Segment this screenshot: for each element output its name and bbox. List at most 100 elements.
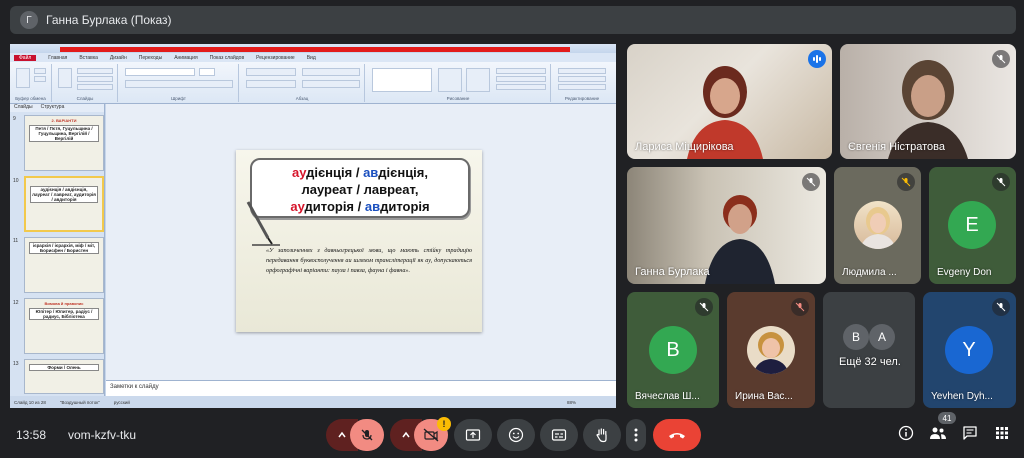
avatar: В bbox=[843, 324, 869, 350]
pp-menu-file: Файл bbox=[14, 54, 37, 61]
person-silhouette-icon bbox=[705, 195, 775, 284]
participant-tile[interactable]: Лариса Міщирікова bbox=[627, 44, 832, 159]
presentation-banner: Г Ганна Бурлака (Показ) bbox=[10, 6, 1016, 34]
slide-thumbnail: Форми / Олень bbox=[24, 359, 104, 394]
pp-menu-transitions: Переходы bbox=[138, 54, 163, 61]
thumb-number: 9 bbox=[13, 116, 16, 122]
status-theme: "Воздушный поток" bbox=[59, 399, 100, 405]
participant-tile[interactable]: E Evgeny Don bbox=[929, 167, 1016, 284]
info-icon bbox=[898, 425, 914, 441]
avatar: В bbox=[649, 326, 697, 374]
pp-titlebar-highlight bbox=[60, 47, 570, 52]
slide-thumbnail: 2. ВАРІАНТИ Петя / Пєтя, Гуцульщина / Гу… bbox=[24, 115, 104, 171]
more-participants-tile[interactable]: В А Ещё 32 чел. bbox=[823, 292, 915, 408]
mic-off-icon bbox=[695, 298, 713, 316]
shared-screen: Файл Главная Вставка Дизайн Переходы Ани… bbox=[10, 44, 616, 408]
participant-name: Ганна Бурлака bbox=[635, 266, 710, 278]
people-icon bbox=[930, 427, 946, 439]
thumb-body: Форми / Олень bbox=[29, 364, 99, 371]
meeting-info-button[interactable] bbox=[897, 424, 915, 442]
pp-menu-animation: Анимация bbox=[174, 54, 198, 61]
mic-off-icon bbox=[992, 173, 1010, 191]
mic-off-icon bbox=[791, 298, 809, 316]
pp-ribbon: Буфер обмена Слайды Шрифт Абзац Рисовани… bbox=[10, 62, 616, 104]
avatar: А bbox=[869, 324, 895, 350]
activities-button[interactable] bbox=[993, 424, 1011, 442]
slide-line-2: лауреат / лавреат, bbox=[301, 182, 419, 197]
chat-button[interactable] bbox=[961, 424, 979, 442]
ribbon-group-editing: Редактирование bbox=[552, 64, 612, 102]
pp-statusbar: Слайд 10 из 28 "Воздушный поток" русский… bbox=[10, 396, 616, 408]
warning-badge-icon: ! bbox=[437, 417, 451, 431]
participant-tile[interactable]: Євгенія Ністратова bbox=[840, 44, 1016, 159]
status-slide-count: Слайд 10 из 28 bbox=[14, 399, 46, 405]
chat-icon bbox=[963, 426, 977, 440]
presenter-avatar: Г bbox=[20, 11, 38, 29]
raise-hand-button[interactable] bbox=[583, 419, 621, 451]
control-bar: 13:58 vom-kzfv-tku bbox=[0, 414, 1024, 458]
mic-off-icon bbox=[802, 173, 820, 191]
mic-off-icon bbox=[992, 298, 1010, 316]
participant-tile[interactable]: Y Yevhen Dyh... bbox=[923, 292, 1016, 408]
current-slide: аудієнція / авдієнція, лауреат / лавреат… bbox=[236, 150, 482, 332]
hang-up-icon bbox=[669, 433, 685, 439]
meeting-code: vom-kzfv-tku bbox=[68, 428, 137, 442]
emoji-icon bbox=[508, 427, 524, 443]
thumb-number: 13 bbox=[13, 361, 19, 367]
thumb-title: 2. ВАРІАНТИ bbox=[51, 118, 77, 123]
slide-word-box: аудієнція / авдієнція, лауреат / лавреат… bbox=[250, 158, 470, 218]
present-button[interactable] bbox=[454, 419, 492, 451]
ribbon-group-slides: Слайды bbox=[53, 64, 118, 102]
thumb-body: ієрархія / ієрархія, міф / міт, Борисфен… bbox=[29, 242, 99, 254]
pp-menu-view: Вид bbox=[306, 54, 316, 61]
ribbon-group-clipboard: Буфер обмена bbox=[10, 64, 52, 102]
mic-toggle-button[interactable] bbox=[350, 419, 384, 451]
slides-panel-tabs: Слайды Структура bbox=[10, 104, 104, 112]
thumb-number: 10 bbox=[13, 178, 19, 184]
slide-line-3: аудиторія / авдиторія bbox=[290, 199, 430, 214]
pp-menu-insert: Вставка bbox=[79, 54, 98, 61]
participant-tile[interactable]: Людмила ... bbox=[834, 167, 921, 284]
pp-menu-slideshow: Показ слайдов bbox=[209, 54, 245, 61]
pp-menu-review: Рецензирование bbox=[256, 54, 295, 61]
participant-name: Evgeny Don bbox=[937, 267, 992, 278]
thumb-title: Вимова й правопис bbox=[44, 301, 84, 306]
status-language: русский bbox=[113, 399, 130, 405]
thumb-body: аудієнція / авдієнція, лауреат / лавреат… bbox=[30, 186, 98, 203]
leave-call-button[interactable] bbox=[653, 419, 701, 451]
hand-icon bbox=[596, 428, 607, 443]
participant-tile[interactable]: В Вячеслав Ш... bbox=[627, 292, 719, 408]
ribbon-group-drawing: Рисование bbox=[366, 64, 551, 102]
slide-thumbnail-selected: аудієнція / авдієнція, лауреат / лавреат… bbox=[24, 176, 104, 232]
tab-outline: Структура bbox=[40, 104, 65, 110]
captions-icon bbox=[551, 429, 567, 441]
slide-thumbnail: Вимова й правопис Юпітер / Юпитер, радіу… bbox=[24, 298, 104, 354]
avatar: E bbox=[948, 201, 996, 249]
participant-name: Євгенія Ністратова bbox=[848, 141, 945, 153]
participant-name: Yevhen Dyh... bbox=[931, 391, 993, 402]
participant-tile[interactable]: Ганна Бурлака bbox=[627, 167, 826, 284]
slide-canvas: аудієнція / авдієнція, лауреат / лавреат… bbox=[106, 104, 616, 380]
slides-panel: Слайды Структура 9 2. ВАРІАНТИ Петя / Пє… bbox=[10, 104, 105, 396]
more-options-button[interactable] bbox=[626, 419, 646, 451]
avatar bbox=[747, 326, 795, 374]
participant-count-badge: 41 bbox=[938, 412, 956, 424]
speaking-indicator-icon bbox=[808, 50, 826, 68]
reactions-button[interactable] bbox=[497, 419, 535, 451]
thumb-number: 12 bbox=[13, 300, 19, 306]
pp-menu-design: Дизайн bbox=[109, 54, 127, 61]
participant-name: Вячеслав Ш... bbox=[635, 391, 700, 402]
apps-grid-icon bbox=[996, 427, 1008, 439]
pp-menu-home: Главная bbox=[48, 54, 68, 61]
participant-tile[interactable]: Ирина Вас... bbox=[727, 292, 815, 408]
slide-quote: «У запозиченнях з давньогрецької мови, щ… bbox=[266, 247, 472, 274]
pp-titlebar bbox=[10, 44, 616, 53]
participant-name: Ирина Вас... bbox=[735, 391, 793, 402]
slide-line-1: аудієнція / авдієнція, bbox=[292, 165, 428, 180]
mic-off-icon bbox=[897, 173, 915, 191]
notes-pane: Заметки к слайду bbox=[106, 380, 616, 396]
captions-button[interactable] bbox=[540, 419, 578, 451]
clock: 13:58 bbox=[16, 428, 47, 442]
people-button[interactable] bbox=[929, 424, 947, 442]
chevron-up-icon bbox=[402, 431, 410, 438]
